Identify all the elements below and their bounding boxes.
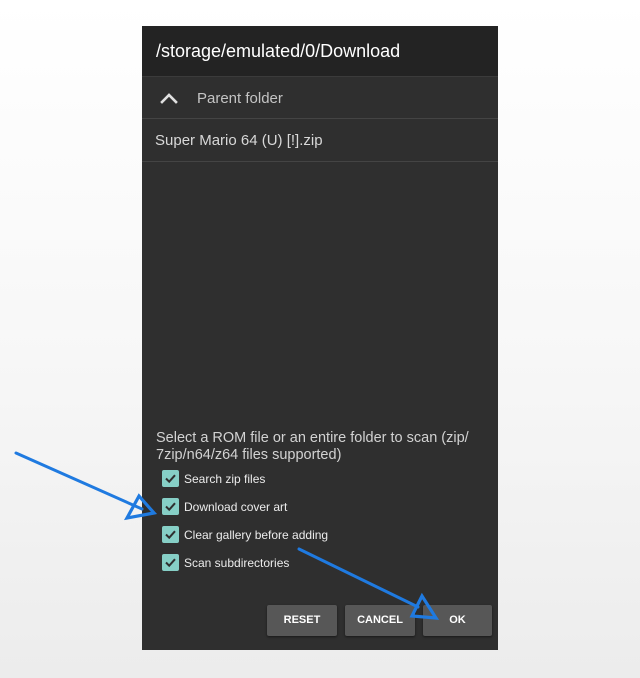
annotation-arrow-cover-art — [14, 451, 158, 521]
file-name: Super Mario 64 (U) [!].zip — [155, 132, 323, 149]
ok-button[interactable]: OK — [423, 605, 492, 636]
checkmark-icon — [165, 502, 176, 512]
scan-subdirectories-checkbox[interactable] — [162, 554, 179, 571]
clear-gallery-checkbox[interactable] — [162, 526, 179, 543]
chevron-up-icon — [160, 93, 178, 104]
clear-gallery-option[interactable]: Clear gallery before adding — [162, 524, 462, 546]
scan-subdirectories-option[interactable]: Scan subdirectories — [162, 552, 462, 574]
parent-folder-item[interactable]: Parent folder — [142, 76, 498, 119]
parent-folder-label: Parent folder — [197, 90, 283, 107]
checkmark-icon — [165, 530, 176, 540]
checkmark-icon — [165, 558, 176, 568]
rom-picker-dialog: /storage/emulated/0/Download Parent fold… — [142, 26, 498, 650]
download-cover-art-option[interactable]: Download cover art — [162, 496, 462, 518]
instruction-message: Select a ROM file or an entire folder to… — [156, 430, 469, 463]
dialog-title: /storage/emulated/0/Download — [142, 26, 498, 76]
file-list-item[interactable]: Super Mario 64 (U) [!].zip — [142, 119, 498, 162]
download-cover-art-label: Download cover art — [184, 500, 288, 514]
checkmark-icon — [165, 474, 176, 484]
download-cover-art-checkbox[interactable] — [162, 498, 179, 515]
reset-button[interactable]: RESET — [267, 605, 337, 636]
cancel-button[interactable]: CANCEL — [345, 605, 415, 636]
scan-subdirectories-label: Scan subdirectories — [184, 556, 290, 570]
search-zip-checkbox[interactable] — [162, 470, 179, 487]
search-zip-option[interactable]: Search zip files — [162, 468, 462, 490]
clear-gallery-label: Clear gallery before adding — [184, 528, 329, 542]
search-zip-label: Search zip files — [184, 472, 266, 486]
